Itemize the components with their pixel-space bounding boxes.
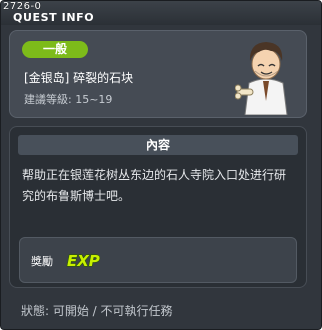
- quest-description: 帮助正在银莲花树丛东边的石人寺院入口处进行研究的布鲁斯博士吧。: [22, 168, 287, 203]
- reward-box: 獎勵 EXP: [19, 237, 297, 283]
- quest-status: 狀態: 可開始 / 不可執行任務: [21, 304, 173, 318]
- exp-icon-text: EXP: [67, 252, 100, 270]
- content-panel: 內容 帮助正在银莲花树丛东边的石人寺院入口处进行研究的布鲁斯博士吧。 獎勵 EX…: [9, 126, 307, 288]
- category-badge: 一般: [22, 41, 88, 58]
- level-requirement: 建議等級: 15~19: [24, 93, 113, 106]
- quest-info-window: 2726-0 QUEST INFO 一般 [金银岛] 碎裂的石块 建議等級: 1…: [0, 0, 322, 330]
- quest-header-panel: 一般 [金银岛] 碎裂的石块 建議等級: 15~19: [9, 30, 307, 118]
- npc-portrait: [235, 42, 288, 115]
- reward-label: 獎勵: [31, 255, 53, 268]
- quest-name: [金银岛] 碎裂的石块: [24, 71, 134, 85]
- window-title: QUEST INFO: [13, 11, 95, 24]
- exp-icon[interactable]: EXP: [66, 250, 102, 270]
- title-bar[interactable]: 2726-0 QUEST INFO: [1, 1, 321, 25]
- content-header: 內容: [18, 135, 298, 155]
